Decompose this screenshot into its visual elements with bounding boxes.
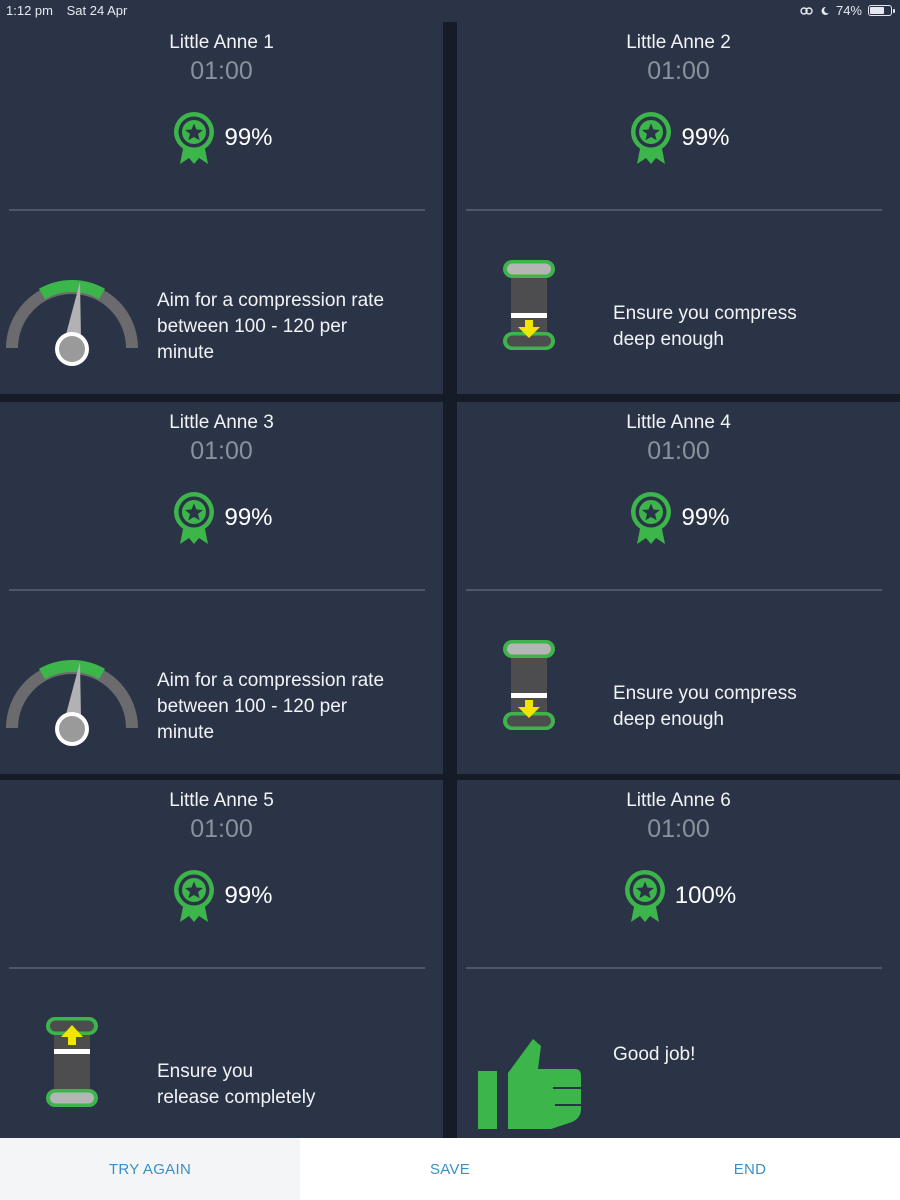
session-time: 01:00 — [190, 815, 253, 843]
feedback-text: Ensure you compress deep enough — [613, 683, 797, 730]
score: 100% — [457, 868, 900, 924]
feedback: Ensure you release completely — [0, 970, 443, 1150]
score-percent: 99% — [681, 504, 730, 531]
divider — [466, 589, 882, 591]
score-percent: 99% — [224, 882, 273, 909]
score: 99% — [457, 490, 900, 546]
screen-mirroring-icon — [800, 6, 813, 15]
manikin-name: Little Anne 3 — [169, 412, 274, 433]
divider — [466, 209, 882, 211]
feedback: Aim for a compression rate between 100 -… — [0, 212, 443, 392]
manikin-name: Little Anne 5 — [169, 790, 274, 811]
footer-bar: TRY AGAIN SAVE END — [0, 1138, 900, 1200]
save-button[interactable]: SAVE — [300, 1138, 600, 1200]
award-ribbon-icon — [174, 492, 215, 544]
session-time: 01:00 — [647, 815, 710, 843]
score-percent: 99% — [681, 124, 730, 151]
status-time: 1:12 pm — [6, 3, 53, 18]
battery-icon — [868, 5, 895, 16]
feedback-text: Aim for a compression rate between 100 -… — [157, 290, 385, 363]
divider — [9, 967, 425, 969]
feedback: Ensure you compress deep enough — [457, 592, 900, 772]
manikin-card-2: Little Anne 2 01:00 99% Ensure you compr… — [457, 22, 900, 394]
award-ribbon-icon — [174, 870, 215, 922]
divider — [9, 589, 425, 591]
speedometer-icon — [6, 279, 138, 366]
results-grid: Little Anne 1 01:00 99% Aim for a compre… — [0, 22, 900, 1152]
score: 99% — [0, 868, 443, 924]
try-again-button[interactable]: TRY AGAIN — [0, 1138, 300, 1200]
end-button[interactable]: END — [600, 1138, 900, 1200]
manikin-card-5: Little Anne 5 01:00 99% Ensure you relea… — [0, 780, 443, 1152]
feedback: Ensure you compress deep enough — [457, 212, 900, 392]
status-left: 1:12 pm Sat 24 Apr — [6, 3, 137, 18]
feedback: Aim for a compression rate between 100 -… — [0, 592, 443, 772]
feedback: Good job! — [457, 970, 900, 1150]
compression-depth-icon — [503, 260, 555, 350]
award-ribbon-icon — [631, 112, 672, 164]
divider — [466, 967, 882, 969]
score-percent: 100% — [674, 882, 737, 909]
manikin-card-6: Little Anne 6 01:00 100% Good job! — [457, 780, 900, 1138]
score-percent: 99% — [224, 504, 273, 531]
divider — [9, 209, 425, 211]
status-right: 74% — [800, 3, 895, 18]
battery-level — [870, 7, 885, 14]
compression-depth-icon — [503, 640, 555, 730]
score-percent: 99% — [224, 124, 273, 151]
manikin-card-4: Little Anne 4 01:00 99% Ensure you compr… — [457, 402, 900, 774]
manikin-card-1: Little Anne 1 01:00 99% Aim for a compre… — [0, 22, 443, 394]
manikin-name: Little Anne 1 — [169, 32, 274, 53]
award-ribbon-icon — [174, 112, 215, 164]
score: 99% — [457, 110, 900, 166]
session-time: 01:00 — [647, 57, 710, 85]
status-date: Sat 24 Apr — [66, 3, 128, 18]
feedback-text: Good job! — [613, 1044, 696, 1065]
feedback-text: Ensure you compress deep enough — [613, 303, 797, 350]
thumbs-up-icon — [478, 1039, 581, 1129]
feedback-text: Aim for a compression rate between 100 -… — [157, 670, 385, 743]
manikin-card-3: Little Anne 3 01:00 99% Aim for a compre… — [0, 402, 443, 774]
manikin-name: Little Anne 4 — [626, 412, 731, 433]
award-ribbon-icon — [624, 870, 665, 922]
session-time: 01:00 — [190, 437, 253, 465]
battery-percent: 74% — [835, 3, 862, 18]
manikin-name: Little Anne 6 — [626, 790, 731, 811]
status-bar: 1:12 pm Sat 24 Apr 74% — [0, 0, 900, 22]
feedback-text: Ensure you release completely — [157, 1061, 316, 1108]
manikin-name: Little Anne 2 — [626, 32, 731, 53]
session-time: 01:00 — [647, 437, 710, 465]
speedometer-icon — [6, 659, 138, 746]
score: 99% — [0, 490, 443, 546]
do-not-disturb-icon — [821, 6, 829, 15]
session-time: 01:00 — [190, 57, 253, 85]
release-icon — [46, 1017, 98, 1107]
award-ribbon-icon — [631, 492, 672, 544]
score: 99% — [0, 110, 443, 166]
